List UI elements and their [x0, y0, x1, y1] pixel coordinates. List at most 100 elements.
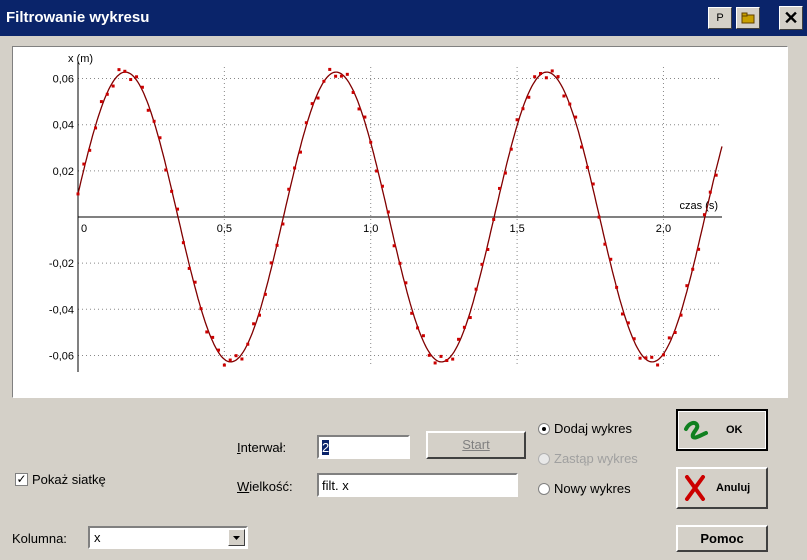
data-point	[228, 358, 232, 362]
data-point	[650, 355, 654, 359]
data-point	[140, 85, 144, 89]
data-point	[269, 261, 273, 265]
data-point	[205, 330, 209, 334]
data-point	[697, 247, 701, 251]
data-point	[427, 353, 431, 357]
data-point	[638, 356, 642, 360]
help-button[interactable]: Pomoc	[676, 525, 768, 552]
data-point	[562, 94, 566, 98]
data-point	[597, 215, 601, 219]
folder-icon[interactable]	[736, 7, 760, 29]
data-point	[351, 90, 355, 94]
data-point	[298, 150, 302, 154]
data-point	[304, 121, 308, 125]
plot-area: 0 0,5 1,0 1,5 2,0 0,06 0,04 0,02 -0,02 -0,04 -0,06…	[12, 46, 788, 398]
close-button[interactable]: ✕	[779, 6, 803, 30]
interval-value: 2	[322, 440, 330, 455]
ok-button[interactable]: OK	[676, 409, 768, 451]
data-point	[615, 285, 619, 289]
data-point	[380, 184, 384, 188]
data-point	[585, 165, 589, 169]
data-point	[211, 335, 215, 339]
column-select[interactable]: x	[88, 526, 248, 549]
interval-label: Interwał:	[237, 440, 287, 455]
data-point	[111, 84, 115, 88]
cancel-button[interactable]: Anuluj	[676, 467, 768, 509]
data-point	[398, 261, 402, 265]
data-point	[293, 166, 297, 170]
data-point	[357, 107, 361, 111]
data-point	[556, 75, 560, 79]
data-point	[603, 242, 607, 246]
data-point	[217, 348, 221, 352]
data-point	[539, 71, 543, 75]
data-point	[322, 79, 326, 83]
quantity-input[interactable]: filt. x	[317, 473, 518, 497]
window-title: Filtrowanie wykresu	[6, 9, 150, 26]
data-point	[158, 136, 162, 140]
data-point	[363, 115, 367, 119]
radio-add[interactable]	[538, 423, 550, 435]
data-point	[316, 96, 320, 100]
y-tick-label: 0,06	[53, 74, 74, 86]
data-point	[661, 353, 665, 357]
x-icon	[685, 475, 705, 501]
data-point	[170, 189, 174, 193]
data-point	[474, 287, 478, 291]
data-point	[533, 75, 537, 79]
data-point	[193, 280, 197, 284]
radio-add-label[interactable]: Dodaj wykres	[554, 421, 632, 436]
p-button[interactable]: P	[708, 7, 732, 29]
data-point	[421, 334, 425, 338]
cancel-label: Anuluj	[716, 482, 751, 494]
data-point	[199, 307, 203, 311]
data-point	[691, 267, 695, 271]
data-point	[457, 337, 461, 341]
data-point	[369, 140, 373, 144]
data-point	[579, 145, 583, 149]
data-point	[375, 169, 379, 173]
data-point	[498, 186, 502, 190]
data-point	[76, 192, 80, 196]
data-point	[644, 356, 648, 360]
y-tick-label: -0,02	[49, 258, 74, 270]
data-point	[287, 187, 291, 191]
data-point	[656, 363, 660, 367]
y-tick-label: -0,06	[49, 350, 74, 362]
data-point	[433, 361, 437, 365]
data-point	[632, 337, 636, 341]
data-point	[181, 241, 185, 245]
data-point	[468, 316, 472, 320]
chevron-down-icon[interactable]	[228, 529, 245, 546]
title-bar: Filtrowanie wykresu P ✕	[0, 0, 807, 36]
data-point	[234, 354, 238, 358]
data-point	[129, 78, 133, 82]
data-point	[609, 257, 613, 261]
data-point	[339, 74, 343, 78]
data-point	[88, 148, 92, 152]
data-point	[135, 75, 139, 79]
x-axis-label: czas (s)	[680, 200, 719, 212]
data-point	[152, 119, 156, 123]
data-point	[404, 281, 408, 285]
data-point	[146, 108, 150, 112]
data-point	[550, 69, 554, 73]
data-point	[275, 243, 279, 247]
data-point	[515, 118, 519, 122]
interval-input[interactable]: 2	[317, 435, 410, 459]
quantity-value: filt. x	[322, 478, 349, 493]
x-tick-label: 1,5	[509, 223, 524, 235]
data-point	[574, 115, 578, 119]
data-point	[591, 182, 595, 186]
x-tick-label: 2,0	[656, 223, 671, 235]
radio-new-label[interactable]: Nowy wykres	[554, 481, 631, 496]
show-grid-label[interactable]: Pokaż siatkę	[32, 472, 106, 487]
data-point	[568, 102, 572, 106]
data-point	[527, 95, 531, 99]
show-grid-checkbox[interactable]: ✓	[15, 473, 28, 486]
data-point	[257, 313, 261, 317]
data-point	[667, 336, 671, 340]
y-axis-label: x (m)	[68, 53, 93, 65]
radio-new[interactable]	[538, 483, 550, 495]
data-point	[480, 262, 484, 266]
